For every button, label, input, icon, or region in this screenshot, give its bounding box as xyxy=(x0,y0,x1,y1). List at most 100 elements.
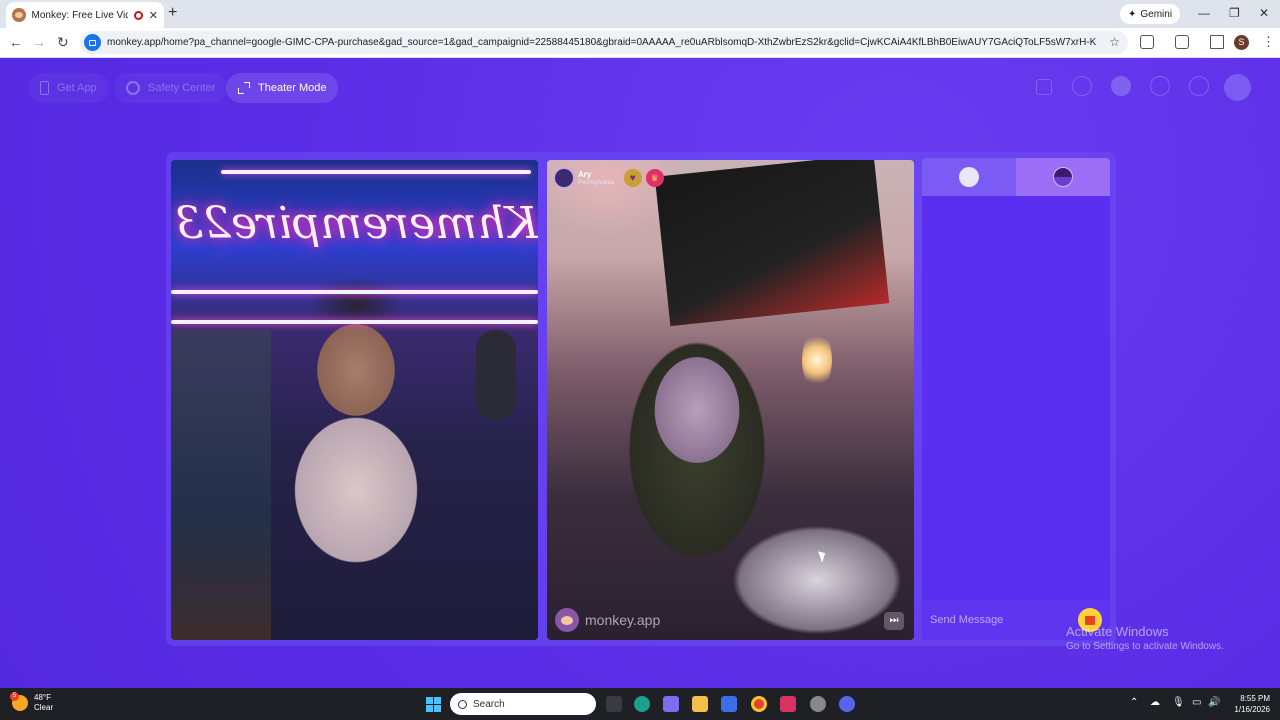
user-avatar[interactable] xyxy=(1224,74,1251,101)
new-tab-button[interactable]: + xyxy=(168,4,177,22)
weather-condition: Clear xyxy=(34,703,54,712)
minimize-button[interactable]: — xyxy=(1198,6,1210,20)
safety-center-label: Safety Center xyxy=(148,82,216,94)
messages-icon[interactable] xyxy=(1189,76,1209,96)
extensions-icon[interactable] xyxy=(1140,35,1154,49)
discord-icon[interactable] xyxy=(839,696,855,712)
forward-arrow-icon[interactable]: → xyxy=(32,34,46,50)
gemini-icon: ✦ xyxy=(1128,8,1137,20)
clock[interactable]: 8:55 PM 1/16/2026 xyxy=(1226,693,1270,715)
tab-title: Monkey: Free Live Video Ch xyxy=(31,9,128,21)
friends-icon[interactable] xyxy=(1111,76,1131,96)
address-bar[interactable]: monkey.app/home?pa_channel=google-GIMC-C… xyxy=(80,31,1128,54)
weather-moon-icon: 5 xyxy=(10,692,28,711)
m365-icon[interactable] xyxy=(663,696,679,712)
browser-tab[interactable]: Monkey: Free Live Video Ch ✕ xyxy=(6,2,164,28)
self-video: Khmerempire23 xyxy=(171,160,538,640)
clock-time: 8:55 PM xyxy=(1240,694,1270,703)
close-tab-icon[interactable]: ✕ xyxy=(149,9,158,22)
store-icon[interactable] xyxy=(1036,79,1052,95)
bookmark-star-icon[interactable]: ☆ xyxy=(1109,35,1120,49)
reload-icon[interactable]: ↻ xyxy=(57,34,69,51)
gemini-button[interactable]: ✦ Gemini xyxy=(1120,4,1181,24)
back-arrow-icon[interactable]: ← xyxy=(9,34,23,50)
activate-title: Activate Windows xyxy=(1066,624,1169,639)
monkey-page: Get App Safety Center Theater Mode Khmer… xyxy=(0,58,1280,688)
microphone xyxy=(476,330,516,420)
peer-info[interactable]: Ary Pennsylvania ♥ ♛ xyxy=(554,166,664,190)
monkey-favicon-icon xyxy=(12,8,26,22)
mouse-cursor-icon xyxy=(818,549,828,563)
recording-icon xyxy=(133,10,143,20)
profile-avatar[interactable]: S xyxy=(1234,35,1249,50)
lamp-light xyxy=(802,330,832,390)
shield-icon xyxy=(126,81,140,95)
weather-widget[interactable]: 5 48°F Clear xyxy=(10,692,53,713)
self-avatar xyxy=(959,167,979,187)
wall-tapestry xyxy=(654,160,890,327)
tray-chevron-icon[interactable]: ⌃ xyxy=(1130,697,1138,708)
get-app-label: Get App xyxy=(57,82,97,94)
peer-chat-avatar xyxy=(1053,167,1073,187)
store-app-icon[interactable] xyxy=(721,696,737,712)
network-icon[interactable]: ▭ xyxy=(1192,697,1201,708)
maximize-button[interactable]: ❐ xyxy=(1229,6,1240,20)
theater-mode-button[interactable]: Theater Mode xyxy=(226,73,339,103)
windows-taskbar: 5 48°F Clear Search ⌃ ☁ 🎙 ▭ 🔊 8:55 PM 1/… xyxy=(0,688,1280,720)
peer-name: Ary xyxy=(578,169,592,179)
safety-center-button[interactable]: Safety Center xyxy=(114,73,228,103)
peer-text: Ary Pennsylvania xyxy=(578,170,614,187)
browser-toolbar: ← → ↻ monkey.app/home?pa_channel=google-… xyxy=(0,28,1280,58)
chrome-icon[interactable] xyxy=(751,696,767,712)
poster xyxy=(171,330,271,640)
site-video-icon[interactable] xyxy=(84,34,101,51)
chat-panel: Send Message xyxy=(922,158,1110,640)
watermark-text: monkey.app xyxy=(585,612,661,628)
monkey-watermark: monkey.app xyxy=(555,608,660,632)
weather-temp: 48°F xyxy=(34,693,51,702)
skip-next-icon[interactable]: ⏭ xyxy=(884,612,904,630)
history-icon[interactable] xyxy=(1150,76,1170,96)
tab-self[interactable] xyxy=(922,158,1016,196)
heart-badge-icon: ♥ xyxy=(623,169,642,187)
weather-badge: 5 xyxy=(10,692,19,701)
task-view-icon[interactable] xyxy=(606,696,622,712)
chat-tabs xyxy=(922,158,1110,196)
windows-start-icon[interactable] xyxy=(426,697,441,712)
expand-icon xyxy=(238,82,250,94)
edge-icon[interactable] xyxy=(634,696,650,712)
menu-kebab-icon[interactable]: ⋮ xyxy=(1262,34,1275,50)
media-control-icon[interactable] xyxy=(1210,35,1224,49)
weather-text: 48°F Clear xyxy=(34,693,53,713)
neon-sign-text: Khmerempire23 xyxy=(175,198,538,249)
neon-light xyxy=(171,290,538,294)
theater-mode-label: Theater Mode xyxy=(258,82,327,94)
close-window-button[interactable]: ✕ xyxy=(1259,6,1269,20)
cloud-icon[interactable]: ☁ xyxy=(1150,697,1160,708)
volume-icon[interactable]: 🔊 xyxy=(1208,697,1220,708)
search-icon xyxy=(458,699,467,709)
file-explorer-icon[interactable] xyxy=(692,696,708,712)
taskbar-search[interactable]: Search xyxy=(450,693,596,715)
mic-icon[interactable]: 🎙 xyxy=(1172,697,1185,708)
cast-icon[interactable] xyxy=(1175,35,1189,49)
monkey-logo-icon xyxy=(555,608,579,632)
search-icon[interactable] xyxy=(1072,76,1092,96)
phone-icon xyxy=(40,81,49,95)
activate-subtitle: Go to Settings to activate Windows. xyxy=(1066,641,1224,652)
crown-badge-icon: ♛ xyxy=(645,169,664,187)
message-placeholder[interactable]: Send Message xyxy=(930,614,1003,626)
neon-light xyxy=(221,170,531,174)
tab-peer[interactable] xyxy=(1016,158,1110,196)
clock-date: 1/16/2026 xyxy=(1234,705,1270,714)
peer-avatar[interactable] xyxy=(554,168,574,188)
get-app-button[interactable]: Get App xyxy=(28,73,109,103)
neon-light xyxy=(171,320,538,324)
app-icon-2[interactable] xyxy=(810,696,826,712)
gemini-label: Gemini xyxy=(1140,8,1173,20)
url-text[interactable]: monkey.app/home?pa_channel=google-GIMC-C… xyxy=(107,37,1097,48)
browser-tabbar: Monkey: Free Live Video Ch ✕ + ✦ Gemini … xyxy=(0,0,1280,28)
search-label: Search xyxy=(473,698,505,710)
app-icon[interactable] xyxy=(780,696,796,712)
activate-windows-watermark: Activate Windows Go to Settings to activ… xyxy=(1066,624,1224,652)
